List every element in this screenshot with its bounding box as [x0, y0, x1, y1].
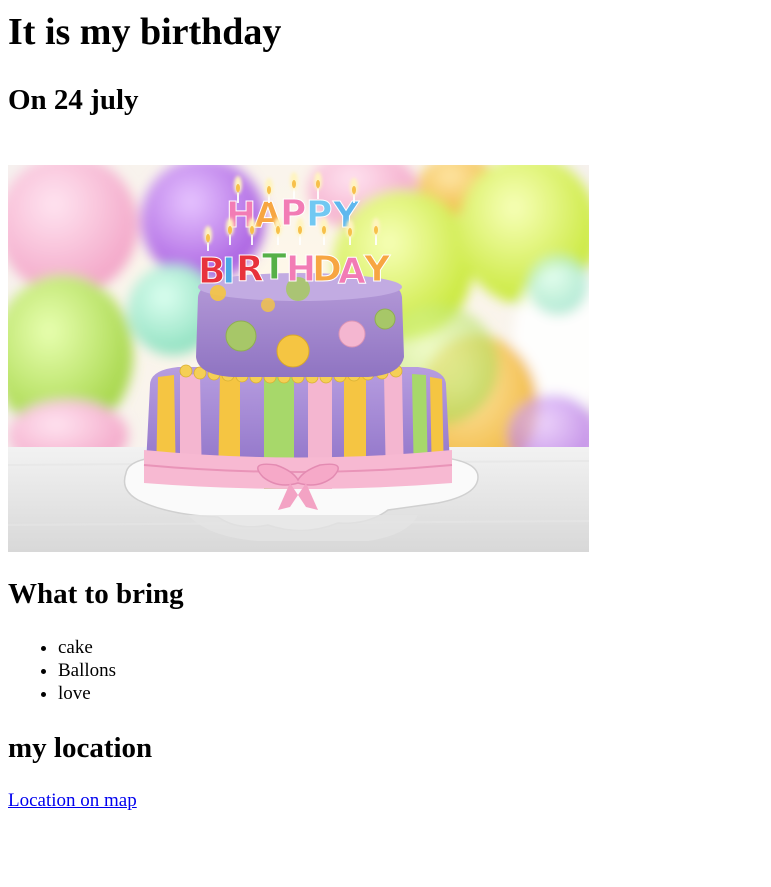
svg-text:T: T [262, 247, 287, 288]
svg-text:I: I [222, 251, 235, 292]
svg-text:Y: Y [332, 195, 360, 236]
location-map-link[interactable]: Location on map [8, 789, 137, 812]
date-heading: On 24 july [8, 84, 139, 116]
list-item: love [58, 682, 116, 705]
list-item: cake [58, 636, 116, 659]
birthday-cake-image: H A P P Y B I R T H D A Y [8, 165, 589, 552]
svg-text:Y: Y [363, 249, 391, 290]
location-heading: my location [8, 732, 153, 764]
svg-text:R: R [236, 249, 264, 290]
list-item: Ballons [58, 659, 116, 682]
svg-text:A: A [338, 251, 366, 292]
what-to-bring-heading: What to bring [8, 578, 184, 610]
bring-list: cake Ballons love [8, 636, 116, 705]
page-title: It is my birthday [8, 11, 282, 53]
svg-text:P: P [306, 194, 332, 235]
